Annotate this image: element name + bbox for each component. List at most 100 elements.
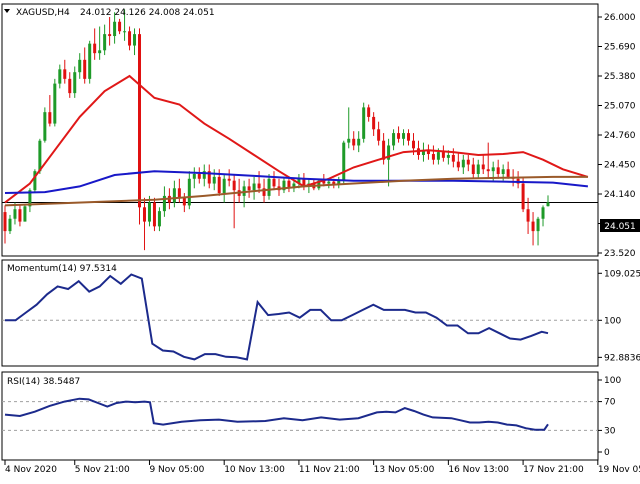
candle [227, 169, 231, 187]
candle-body [496, 167, 500, 175]
candle-body [357, 138, 361, 146]
candle [18, 205, 22, 227]
candle-body [227, 178, 231, 181]
candle [142, 197, 146, 251]
candle [387, 138, 391, 187]
candle-body [407, 133, 411, 141]
candle [202, 164, 206, 187]
candle-body [108, 34, 112, 37]
candle-body [73, 72, 77, 94]
rsi-line [4, 397, 549, 431]
candle [162, 186, 166, 217]
candle-body [491, 167, 495, 172]
candle [441, 145, 445, 162]
momentum-panel-frame [1, 259, 599, 367]
candle [282, 176, 286, 194]
candle-body [461, 159, 465, 168]
time-tick-label: 9 Nov 05:00 [149, 465, 204, 475]
candle [152, 197, 156, 232]
oscillator-layer [4, 273, 549, 431]
candle [471, 157, 475, 179]
candle [108, 17, 112, 46]
candle-body [93, 43, 97, 54]
candle [177, 178, 181, 203]
candle [192, 167, 196, 189]
time-tick-label: 4 Nov 2020 [5, 465, 57, 475]
candle-body [152, 202, 156, 227]
candle [103, 24, 107, 56]
candle [402, 129, 406, 146]
candle [8, 214, 12, 234]
candle-body [521, 183, 525, 210]
candle-body [63, 69, 67, 79]
collapse-triangle-icon[interactable] [4, 9, 10, 13]
candle-body [128, 31, 132, 46]
candle [516, 171, 520, 189]
candle [58, 64, 62, 89]
candle [302, 173, 306, 191]
candle [392, 129, 396, 151]
candle-body [397, 133, 401, 139]
candle [157, 207, 161, 232]
symbol-label: XAGUSD,H4 [16, 8, 70, 18]
candle [78, 53, 82, 79]
candle [397, 126, 401, 143]
candle-body [411, 140, 415, 149]
candle-body [451, 154, 455, 162]
time-tick-label: 19 Nov 05:00 [598, 465, 640, 475]
candle-body [247, 186, 251, 191]
candle-body [252, 183, 256, 191]
moving-average-red [4, 74, 589, 204]
candle [247, 178, 251, 198]
rsi-tick-label: 100 [604, 376, 621, 386]
candle [526, 197, 530, 234]
price-tick-label: 24.450 [604, 161, 636, 171]
candle [541, 205, 545, 227]
candle-body [103, 34, 107, 51]
price-tick-label: 24.140 [604, 190, 636, 200]
candle [118, 18, 122, 35]
candle-body [58, 69, 62, 84]
candle [212, 169, 216, 191]
candle-body [367, 107, 371, 117]
candle [372, 112, 376, 136]
candle-body [3, 212, 7, 232]
candle [456, 152, 460, 172]
momentum-title: Momentum(14) 97.5314 [7, 264, 117, 274]
candle [73, 66, 77, 98]
candle-body [476, 164, 480, 175]
candle [3, 205, 7, 244]
candle [138, 28, 142, 225]
candle-body [347, 138, 351, 143]
candle-body [327, 181, 331, 184]
candle-body [68, 78, 72, 94]
candle-body [192, 174, 196, 179]
time-tick-label: 17 Nov 21:00 [523, 465, 584, 475]
candle-body [466, 159, 470, 165]
candle-body [267, 178, 271, 196]
candle [277, 178, 281, 196]
candle-body [8, 218, 12, 232]
candle [43, 107, 47, 143]
candle-body [43, 112, 47, 141]
candle-body [456, 161, 460, 168]
candle-body [272, 178, 276, 187]
price-tick-label: 25.380 [604, 72, 636, 82]
candle-body [352, 138, 356, 146]
momentum-tick-label: 92.8836 [604, 353, 640, 363]
candle [252, 176, 256, 200]
candle [546, 195, 550, 207]
candle-body [501, 169, 505, 175]
candle [182, 193, 186, 213]
candle-body [98, 50, 102, 54]
candle-body [541, 207, 545, 219]
moving-averages-layer [4, 74, 589, 207]
candle-body [536, 218, 540, 232]
rsi-title: RSI(14) 38.5487 [7, 377, 80, 387]
time-tick-label: 10 Nov 13:00 [224, 465, 285, 475]
candle-body [18, 209, 22, 222]
candle-body [48, 112, 52, 124]
candle-body [113, 21, 117, 37]
candle [476, 159, 480, 179]
candle [466, 154, 470, 172]
